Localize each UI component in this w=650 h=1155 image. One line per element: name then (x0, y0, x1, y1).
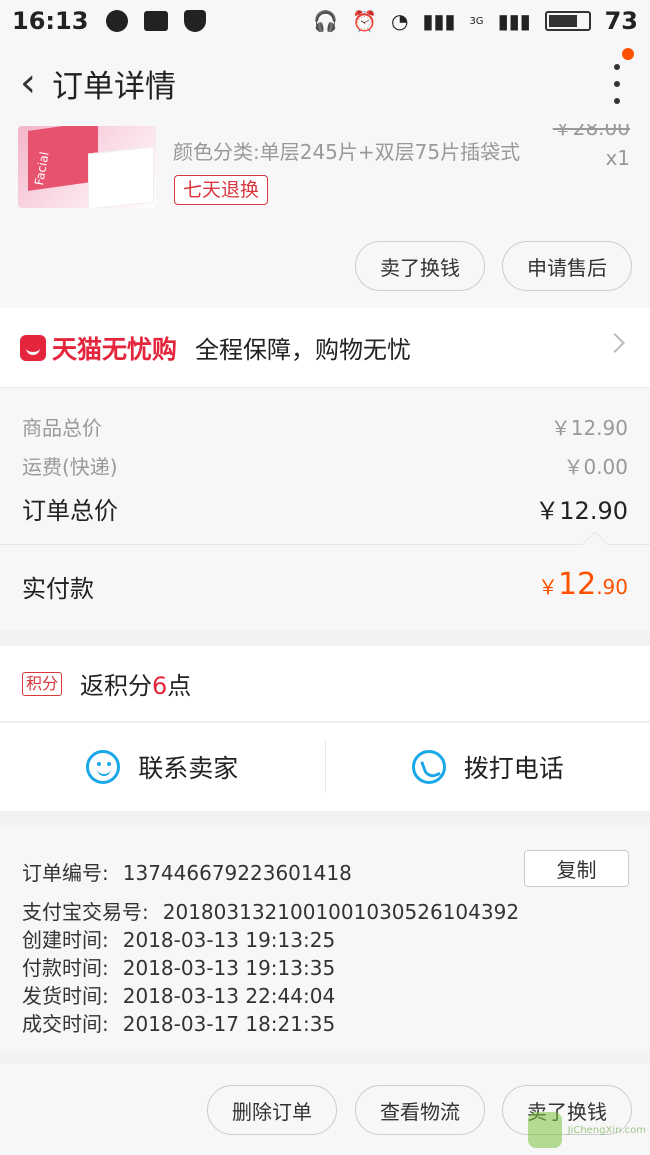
product-box-white (88, 146, 154, 208)
status-left-icons (106, 10, 207, 32)
notification-dot (622, 48, 634, 60)
chevron-right-icon (605, 333, 625, 353)
call-button[interactable]: 拨打电话 (326, 723, 650, 811)
shipped-label: 发货时间: (22, 984, 109, 1008)
worry-free-text: 全程保障，购物无忧 (195, 336, 412, 364)
points-text: 返积分6点 (80, 666, 191, 701)
page-title: 订单详情 (52, 68, 176, 105)
paid-integer: 12 (558, 567, 597, 602)
points-badge: 积分 (22, 671, 63, 696)
completed-row: 成交时间: 2018-03-17 18:21:35 (22, 1008, 335, 1037)
wifi-icon: ◔ (390, 9, 409, 33)
points-row: 积分 返积分6点 (0, 646, 650, 722)
shipping-value: ￥0.00 (563, 455, 628, 479)
shipping-row: 运费(快递) ￥0.00 (22, 451, 628, 480)
paid-row: 实付款 ￥12.90 (0, 531, 650, 630)
goods-total-label: 商品总价 (22, 416, 102, 440)
completed-value: 2018-03-17 18:21:35 (122, 1012, 336, 1036)
back-icon[interactable]: ‹ (8, 42, 48, 124)
contact-seller-button[interactable]: 联系卖家 (0, 723, 325, 811)
signal-icon-2: ▮▮▮ (497, 9, 531, 33)
copy-button[interactable]: 复制 (524, 850, 629, 887)
return-badge: 七天退换 (174, 175, 269, 205)
worry-free-row[interactable]: 天猫无忧购 全程保障，购物无忧 (0, 308, 650, 388)
product-image[interactable]: Facial (18, 126, 156, 208)
chat-icon (86, 750, 121, 784)
paid-decimal: .90 (596, 575, 628, 599)
alarm-icon: ⏰ (352, 9, 377, 33)
points-prefix: 返积分 (80, 672, 153, 700)
shipping-label: 运费(快递) (22, 455, 118, 479)
completed-label: 成交时间: (22, 1012, 109, 1036)
product-original-price: ￥28.00 (552, 124, 630, 140)
image-icon (144, 11, 169, 31)
nav-bar: ‹ 订单详情 (0, 42, 650, 124)
order-number-row: 订单编号: 137446679223601418 (22, 857, 352, 886)
bottom-action-bar: 删除订单 查看物流 卖了换钱 JiChengXin.com (0, 1064, 650, 1155)
battery-icon (544, 11, 591, 31)
shipped-value: 2018-03-13 22:44:04 (122, 984, 336, 1008)
signal-icon: ▮▮▮ (422, 9, 456, 33)
status-time: 16:13 (12, 7, 89, 35)
more-menu-icon[interactable] (612, 64, 622, 104)
status-right-icons: 🎧 ⏰ ◔ ▮▮▮ 3G ▮▮▮ 73 (313, 7, 638, 35)
order-info: 订单编号: 137446679223601418 复制 支付宝交易号: 201803… (0, 827, 650, 1051)
points-suffix: 点 (167, 672, 192, 700)
order-number-label: 订单编号: (22, 861, 109, 885)
paid-amount: ￥12.90 (538, 567, 628, 602)
order-total-value: ￥12.90 (535, 497, 628, 525)
paid-time-label: 付款时间: (22, 956, 109, 980)
status-bar: 16:13 🎧 ⏰ ◔ ▮▮▮ 3G ▮▮▮ 73 (0, 0, 650, 42)
aftersale-button[interactable]: 申请售后 (502, 241, 632, 291)
product-section: Facial 颜色分类:单层245片+双层75片插袋式 ￥28.00 x1 七天… (0, 124, 650, 308)
tmall-icon (20, 334, 46, 361)
worry-free-brand: 天猫无忧购 (52, 334, 178, 364)
order-total-label: 订单总价 (22, 497, 118, 525)
points-count: 6 (152, 672, 168, 700)
shield-icon (184, 10, 207, 32)
headphones-icon: 🎧 (313, 9, 339, 33)
network-type: 3G (469, 15, 484, 27)
goods-total-value: ￥12.90 (550, 416, 628, 440)
price-summary: 商品总价 ￥12.90 运费(快递) ￥0.00 订单总价 ￥12.90 (0, 388, 650, 544)
contact-bar: 联系卖家 拨打电话 (0, 723, 650, 811)
watermark-logo-icon (528, 1112, 562, 1148)
goods-total-row: 商品总价 ￥12.90 (22, 412, 628, 441)
watermark-text: JiChengXin.com (567, 1124, 646, 1136)
created-row: 创建时间: 2018-03-13 19:13:25 (22, 924, 335, 953)
alipay-row: 支付宝交易号: 2018031321001001030526104392 (22, 896, 519, 925)
view-logistics-button[interactable]: 查看物流 (355, 1085, 485, 1135)
watermark: JiChengXin.com (528, 1107, 646, 1153)
alipay-label: 支付宝交易号: (22, 900, 149, 924)
order-number-value[interactable]: 137446679223601418 (123, 861, 352, 885)
paid-time-row: 付款时间: 2018-03-13 19:13:35 (22, 952, 335, 981)
product-quantity: x1 (605, 146, 630, 170)
shipped-row: 发货时间: 2018-03-13 22:44:04 (22, 980, 335, 1009)
paid-currency: ￥ (538, 575, 558, 599)
sell-button[interactable]: 卖了换钱 (355, 241, 485, 291)
product-spec: 颜色分类:单层245片+双层75片插袋式 (173, 140, 521, 164)
battery-percent: 73 (604, 7, 638, 35)
paid-label: 实付款 (22, 575, 94, 603)
created-label: 创建时间: (22, 928, 109, 952)
notification-icon (106, 10, 129, 32)
order-total-row: 订单总价 ￥12.90 (22, 491, 628, 526)
paid-time-value: 2018-03-13 19:13:35 (122, 956, 336, 980)
delete-order-button[interactable]: 删除订单 (207, 1085, 337, 1135)
contact-seller-label: 联系卖家 (138, 754, 239, 783)
phone-icon (411, 750, 446, 784)
created-value: 2018-03-13 19:13:25 (122, 928, 336, 952)
call-label: 拨打电话 (463, 754, 564, 783)
alipay-value: 2018031321001001030526104392 (162, 900, 520, 924)
